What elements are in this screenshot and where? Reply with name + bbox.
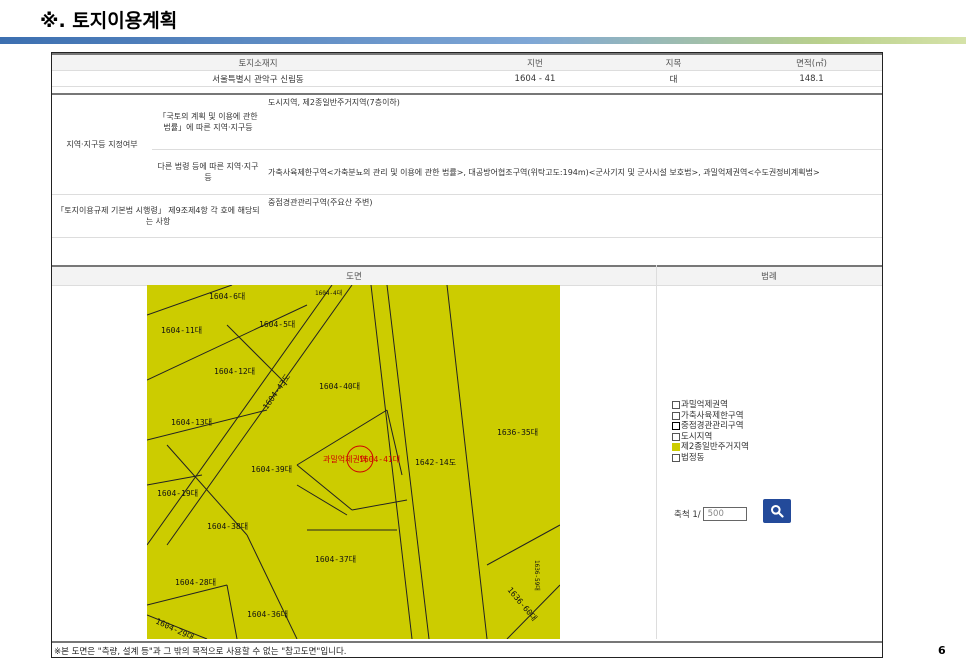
- scale-label: 축척 1/: [674, 510, 701, 520]
- legend-swatch: [672, 411, 680, 420]
- parcel-label: 1604-11대: [161, 326, 202, 335]
- legend-swatch: [672, 401, 680, 410]
- parcel-label: 1604-39대: [251, 465, 292, 474]
- scale-search-button[interactable]: [763, 499, 791, 523]
- parcel-label: 1604-19대: [157, 489, 198, 498]
- legend-swatch: [672, 422, 680, 431]
- zoning-row1-label: 「국토의 계획 및 이용에 관한 법률」에 따른 지역·지구등: [152, 93, 264, 150]
- zoning-group-label: 지역·지구등 지정여부: [52, 93, 152, 195]
- map-header: 도면: [52, 265, 656, 286]
- parcel-label: 1604-37대: [315, 555, 356, 564]
- legend-swatch: [672, 443, 680, 452]
- header-land-category: 지목: [606, 53, 741, 71]
- legend-divider: [656, 265, 657, 639]
- page-number: 6: [938, 644, 946, 657]
- page-title: ※. 토지이용계획: [40, 10, 178, 32]
- target-parcel-label: 1604-41대: [359, 455, 400, 464]
- parcel-label: 1604-38대: [207, 522, 248, 531]
- legend-item: 중점경관관리구역: [672, 421, 749, 432]
- title-underline-bar: [0, 37, 966, 44]
- zoning-table: 지역·지구등 지정여부 「국토의 계획 및 이용에 관한 법률」에 따른 지역·…: [52, 93, 882, 238]
- zoning-row1-value: 도시지역, 제2종일반주거지역(7층이하): [264, 93, 882, 150]
- legend-item: 과밀억제권역: [672, 400, 749, 411]
- search-icon: [771, 505, 784, 518]
- parcel-label: 1604-40대: [319, 382, 360, 391]
- land-use-plan-panel: 토지소재지 지번 지목 면적(㎡) 서울특별시 관악구 신림동 1604 - 4…: [51, 52, 883, 658]
- value-lot-number: 1604 - 41: [464, 70, 606, 87]
- header-lot-number: 지번: [464, 53, 606, 71]
- zoning-row2-value: 가축사육제한구역<가축분뇨의 관리 및 이용에 관한 법률>, 대공방어협조구역…: [264, 149, 882, 195]
- land-info-table: 토지소재지 지번 지목 면적(㎡) 서울특별시 관악구 신림동 1604 - 4…: [52, 53, 882, 87]
- header-area: 면적(㎡): [741, 53, 882, 71]
- parcel-label: 1636-59대: [533, 560, 541, 591]
- parcel-label: 1604-28대: [175, 578, 216, 587]
- map-section-header: 도면 범례: [52, 265, 882, 286]
- cadastral-map: 1604-6대 1604-4대 1604-11대 1604-5대 1604-12…: [147, 285, 560, 639]
- parcel-label: 1604-4대: [315, 289, 342, 297]
- parcel-label: 1642-14도: [415, 458, 456, 467]
- parcel-label: 1604-5대: [259, 320, 295, 329]
- scale-control: 축척 1/ 500: [674, 507, 747, 521]
- value-land-category: 대: [606, 70, 741, 87]
- legend-item: 제2종일반주거지역: [672, 442, 749, 453]
- parcel-label: 1604-36대: [247, 610, 288, 619]
- scale-input[interactable]: 500: [702, 507, 747, 521]
- legend-item: 도시지역: [672, 432, 749, 443]
- header-location: 토지소재지: [52, 53, 464, 71]
- parcel-label: 1636-35대: [497, 428, 538, 437]
- legend-item: 가축사육제한구역: [672, 411, 749, 422]
- legend-swatch: [672, 453, 680, 462]
- parcel-label: 1604-12대: [214, 367, 255, 376]
- value-area: 148.1: [741, 70, 882, 87]
- legend-header: 범례: [656, 265, 882, 286]
- cadastral-map-svg: 1604-6대 1604-4대 1604-11대 1604-5대 1604-12…: [147, 285, 560, 639]
- legend-swatch: [672, 432, 680, 441]
- zoning-row3-label: 「토지이용규제 기본법 시행령」 제9조제4항 각 호에 해당되는 사항: [52, 194, 264, 238]
- legend-item: 법정동: [672, 453, 749, 464]
- parcel-label: 1604-13대: [171, 418, 212, 427]
- value-location: 서울특별시 관악구 신림동: [52, 70, 464, 87]
- reference-footnote: ※본 도면은 "측량, 설계 등"과 그 밖의 목적으로 사용할 수 없는 "참…: [52, 641, 882, 659]
- legend-list: 과밀억제권역 가축사육제한구역 중점경관관리구역 도시지역 제2종일반주거지역 …: [672, 400, 749, 463]
- parcel-label: 1604-6대: [209, 292, 245, 301]
- zoning-row3-value: 중점경관관리구역(주요산 주변): [264, 194, 882, 238]
- zoning-row2-label: 다른 법령 등에 따른 지역·지구등: [152, 149, 264, 195]
